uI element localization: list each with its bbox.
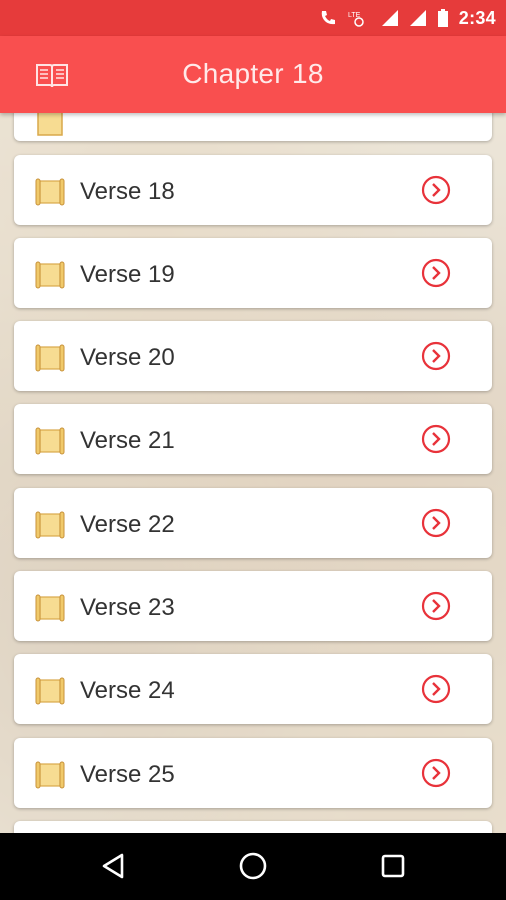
- scroll-icon: [35, 344, 65, 372]
- page-title: Chapter 18: [182, 58, 324, 89]
- verse-label: Verse 24: [80, 677, 175, 704]
- verse-card[interactable]: Verse 21: [14, 404, 492, 474]
- verse-card[interactable]: Verse 19: [14, 238, 492, 308]
- chevron-right-circle-icon[interactable]: [421, 758, 451, 788]
- chevron-right-circle-icon[interactable]: [421, 424, 451, 454]
- clock: 2:34: [458, 7, 496, 28]
- verse-card[interactable]: Verse 20: [14, 321, 492, 391]
- battery-icon: [437, 9, 449, 27]
- app-bar: Chapter 18: [0, 36, 506, 113]
- signal-icon: [381, 9, 399, 27]
- scroll-icon: [35, 761, 65, 789]
- scroll-icon: [35, 511, 65, 539]
- phone-signal-icon: [319, 9, 337, 27]
- verse-label: Verse 22: [80, 511, 175, 538]
- scroll-icon: [35, 677, 65, 705]
- verse-card[interactable]: Verse 23: [14, 571, 492, 641]
- chevron-right-circle-icon[interactable]: [421, 508, 451, 538]
- scroll-icon: [35, 427, 65, 455]
- verse-card-partial[interactable]: [14, 113, 492, 141]
- chevron-right-circle-icon[interactable]: [421, 591, 451, 621]
- verse-label: Verse 25: [80, 761, 175, 788]
- verse-label: Verse 23: [80, 594, 175, 621]
- system-nav-bar: [0, 833, 506, 900]
- verse-label: Verse 18: [80, 178, 175, 205]
- verse-label: Verse 21: [80, 427, 175, 454]
- scroll-icon: [37, 113, 63, 136]
- chevron-right-circle-icon[interactable]: [421, 341, 451, 371]
- signal-icon-2: [409, 9, 427, 27]
- verse-card[interactable]: Verse 22: [14, 488, 492, 558]
- verse-card[interactable]: Verse 25: [14, 738, 492, 808]
- verse-card[interactable]: Verse 18: [14, 155, 492, 225]
- scroll-icon: [35, 594, 65, 622]
- chevron-right-circle-icon[interactable]: [421, 674, 451, 704]
- chevron-right-circle-icon[interactable]: [421, 175, 451, 205]
- chevron-right-circle-icon[interactable]: [421, 258, 451, 288]
- scroll-icon: [35, 178, 65, 206]
- verse-label: Verse 19: [80, 261, 175, 288]
- status-bar: LTE 2:34: [0, 0, 506, 36]
- lte-icon: LTE: [347, 9, 371, 27]
- verse-list[interactable]: Verse 18 Verse 19 Verse 20 Verse 21 Vers…: [0, 113, 506, 833]
- circle-home-icon[interactable]: [237, 850, 269, 882]
- triangle-back-icon[interactable]: [97, 850, 129, 882]
- scroll-icon: [35, 261, 65, 289]
- square-recents-icon[interactable]: [377, 850, 409, 882]
- verse-card[interactable]: Verse 24: [14, 654, 492, 724]
- verse-label: Verse 20: [80, 344, 175, 371]
- verse-card-partial[interactable]: [14, 821, 492, 833]
